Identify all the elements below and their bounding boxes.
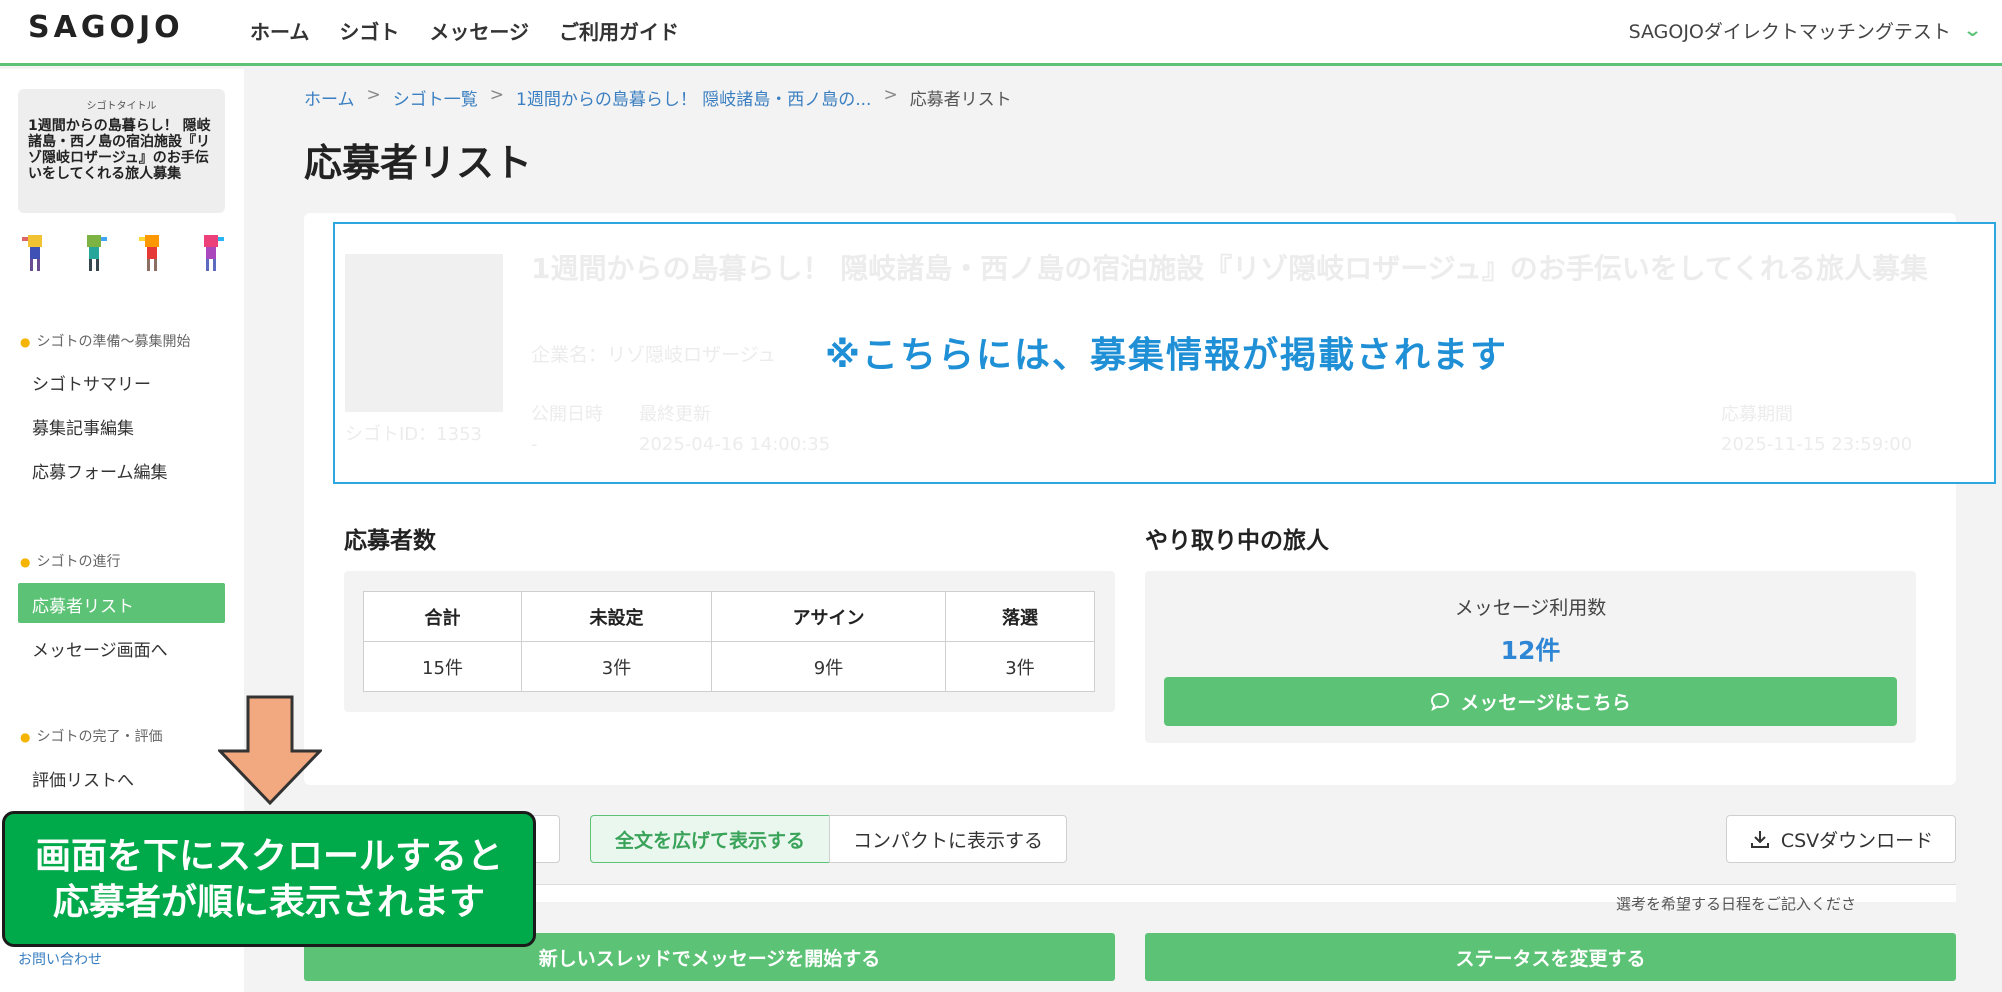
column-header: 未設定 — [521, 591, 712, 642]
sagojo-logo[interactable]: SAGOJO — [28, 10, 184, 45]
messaging-heading: やり取り中の旅人 — [1145, 528, 1329, 554]
section-heading-prep: ● シゴトの準備〜募集開始 — [20, 334, 191, 350]
breadcrumb-home[interactable]: ホーム — [304, 85, 355, 110]
mascot-row — [18, 231, 228, 273]
nav-messages[interactable]: メッセージ — [429, 16, 529, 45]
download-icon — [1750, 831, 1769, 848]
nav-home[interactable]: ホーム — [250, 16, 309, 45]
page-title: 応募者リスト — [304, 141, 533, 185]
mascot-icon — [22, 235, 42, 271]
open-messages-button[interactable]: メッセージはこちら — [1164, 677, 1897, 726]
updated-label: 最終更新 — [639, 404, 711, 425]
account-name: SAGOJOダイレクトマッチングテスト — [1628, 21, 1951, 43]
breadcrumb-current: 応募者リスト — [909, 90, 1012, 110]
column-header: アサイン — [711, 591, 946, 642]
table-cell: 15件 — [363, 641, 522, 692]
expand-view-button[interactable]: 全文を広げて表示する — [590, 815, 830, 863]
callout-line-2: 応募者が順に表示されます — [52, 882, 485, 923]
message-usage-label: メッセージ利用数 — [1454, 597, 1607, 619]
open-messages-label: メッセージはこちら — [1460, 692, 1631, 714]
updated-value: 2025-04-16 14:00:35 — [639, 434, 831, 455]
contact-link[interactable]: お問い合わせ — [18, 949, 102, 969]
main-nav: ホーム シゴト メッセージ ご利用ガイド — [250, 16, 679, 45]
change-status-button[interactable]: ステータスを変更する — [1145, 933, 1956, 981]
chevron-down-icon: ⌄ — [1962, 20, 1983, 41]
breadcrumb-separator: > — [489, 85, 504, 105]
lightbulb-icon: ● — [20, 555, 31, 569]
message-usage-count: 12件 — [1500, 636, 1561, 665]
sidebar-item-form-edit[interactable]: 応募フォーム編集 — [32, 458, 168, 483]
scroll-hint-callout: 画面を下にスクロールすると 応募者が順に表示されます — [2, 811, 536, 947]
column-header: 落選 — [945, 591, 1095, 642]
lightbulb-icon: ● — [20, 730, 31, 744]
deadline-field: 応募期間 2025-11-15 23:59:00 — [1721, 400, 1912, 460]
applicant-count-box: 合計 未設定 アサイン 落選 15件 3件 9件 3件 — [344, 571, 1115, 712]
job-info-notice: ※こちらには、募集情報が掲載されます — [825, 335, 1508, 376]
applicant-count-table: 合計 未設定 アサイン 落選 15件 3件 9件 3件 — [363, 591, 1095, 692]
published-label: 公開日時 — [531, 404, 603, 425]
table-cell: 3件 — [945, 641, 1095, 692]
lightbulb-icon: ● — [20, 335, 31, 349]
table-row: 15件 3件 9件 3件 — [363, 641, 1095, 692]
deadline-value: 2025-11-15 23:59:00 — [1721, 434, 1913, 455]
sidebar-item-article-edit[interactable]: 募集記事編集 — [32, 414, 134, 439]
breadcrumb-separator: > — [883, 85, 898, 105]
csv-download-button[interactable]: CSVダウンロード — [1726, 815, 1956, 863]
table-cell: 3件 — [521, 641, 712, 692]
down-arrow-icon — [218, 695, 322, 805]
job-title-caption: シゴトタイトル — [86, 101, 157, 112]
mascot-icon — [139, 235, 160, 271]
nav-guide[interactable]: ご利用ガイド — [559, 16, 679, 45]
job-id: シゴトID：1353 — [345, 424, 482, 445]
published-value: - — [531, 434, 538, 455]
mascot-icon — [86, 235, 107, 271]
job-info-box: シゴトID：1353 1週間からの島暮らし！ 隠岐諸島・西ノ島の宿泊施設『リゾ隠… — [333, 222, 1996, 484]
job-title-card: シゴトタイトル 1週間からの島暮らし！ 隠岐諸島・西ノ島の宿泊施設『リゾ隠岐ロザ… — [18, 89, 225, 213]
table-header-row: 合計 未設定 アサイン 落選 — [363, 591, 1095, 642]
chat-bubble-icon — [1431, 692, 1450, 711]
table-column-fragment: 選考を希望する日程をご記入くださ — [1616, 895, 1857, 913]
deadline-label: 応募期間 — [1721, 404, 1793, 425]
breadcrumb-separator: > — [366, 85, 381, 105]
sidebar-item-reviews[interactable]: 評価リストへ — [32, 766, 134, 791]
csv-download-label: CSVダウンロード — [1780, 829, 1934, 852]
sidebar-item-applicant-list[interactable]: 応募者リスト — [18, 583, 225, 623]
mascot-icon — [203, 235, 224, 271]
job-title-text: 1週間からの島暮らし！ 隠岐諸島・西ノ島の宿泊施設『リゾ隠岐ロザージュ』のお手伝… — [28, 118, 211, 182]
breadcrumb-job-list[interactable]: シゴト一覧 — [393, 85, 478, 110]
job-title: 1週間からの島暮らし！ 隠岐諸島・西ノ島の宿泊施設『リゾ隠岐ロザージュ』のお手伝… — [531, 252, 1929, 285]
account-menu[interactable]: SAGOJOダイレクトマッチングテスト ⌄ — [1628, 17, 1983, 44]
updated-field: 最終更新 2025-04-16 14:00:35 — [639, 400, 830, 460]
sidebar-item-summary[interactable]: シゴトサマリー — [32, 370, 151, 395]
table-cell: 9件 — [711, 641, 946, 692]
compact-view-button[interactable]: コンパクトに表示する — [829, 815, 1067, 863]
breadcrumb: ホーム > シゴト一覧 > 1週間からの島暮らし！ 隠岐諸島・西ノ島の... >… — [304, 85, 1012, 110]
messaging-box: メッセージ利用数 12件 メッセージはこちら — [1145, 571, 1916, 743]
applicant-count-heading: 応募者数 — [344, 528, 436, 554]
callout-line-1: 画面を下にスクロールすると — [34, 836, 503, 877]
breadcrumb-job[interactable]: 1週間からの島暮らし！ 隠岐諸島・西ノ島の... — [516, 85, 871, 110]
column-header: 合計 — [363, 591, 522, 642]
sidebar-item-messages[interactable]: メッセージ画面へ — [32, 636, 168, 661]
section-heading-complete: ● シゴトの完了・評価 — [20, 729, 163, 745]
published-field: 公開日時 - — [531, 400, 603, 460]
top-navigation-bar: SAGOJO ホーム シゴト メッセージ ご利用ガイド SAGOJOダイレクトマ… — [0, 0, 2002, 66]
nav-shigoto[interactable]: シゴト — [339, 16, 399, 45]
section-heading-progress: ● シゴトの進行 — [20, 554, 121, 570]
